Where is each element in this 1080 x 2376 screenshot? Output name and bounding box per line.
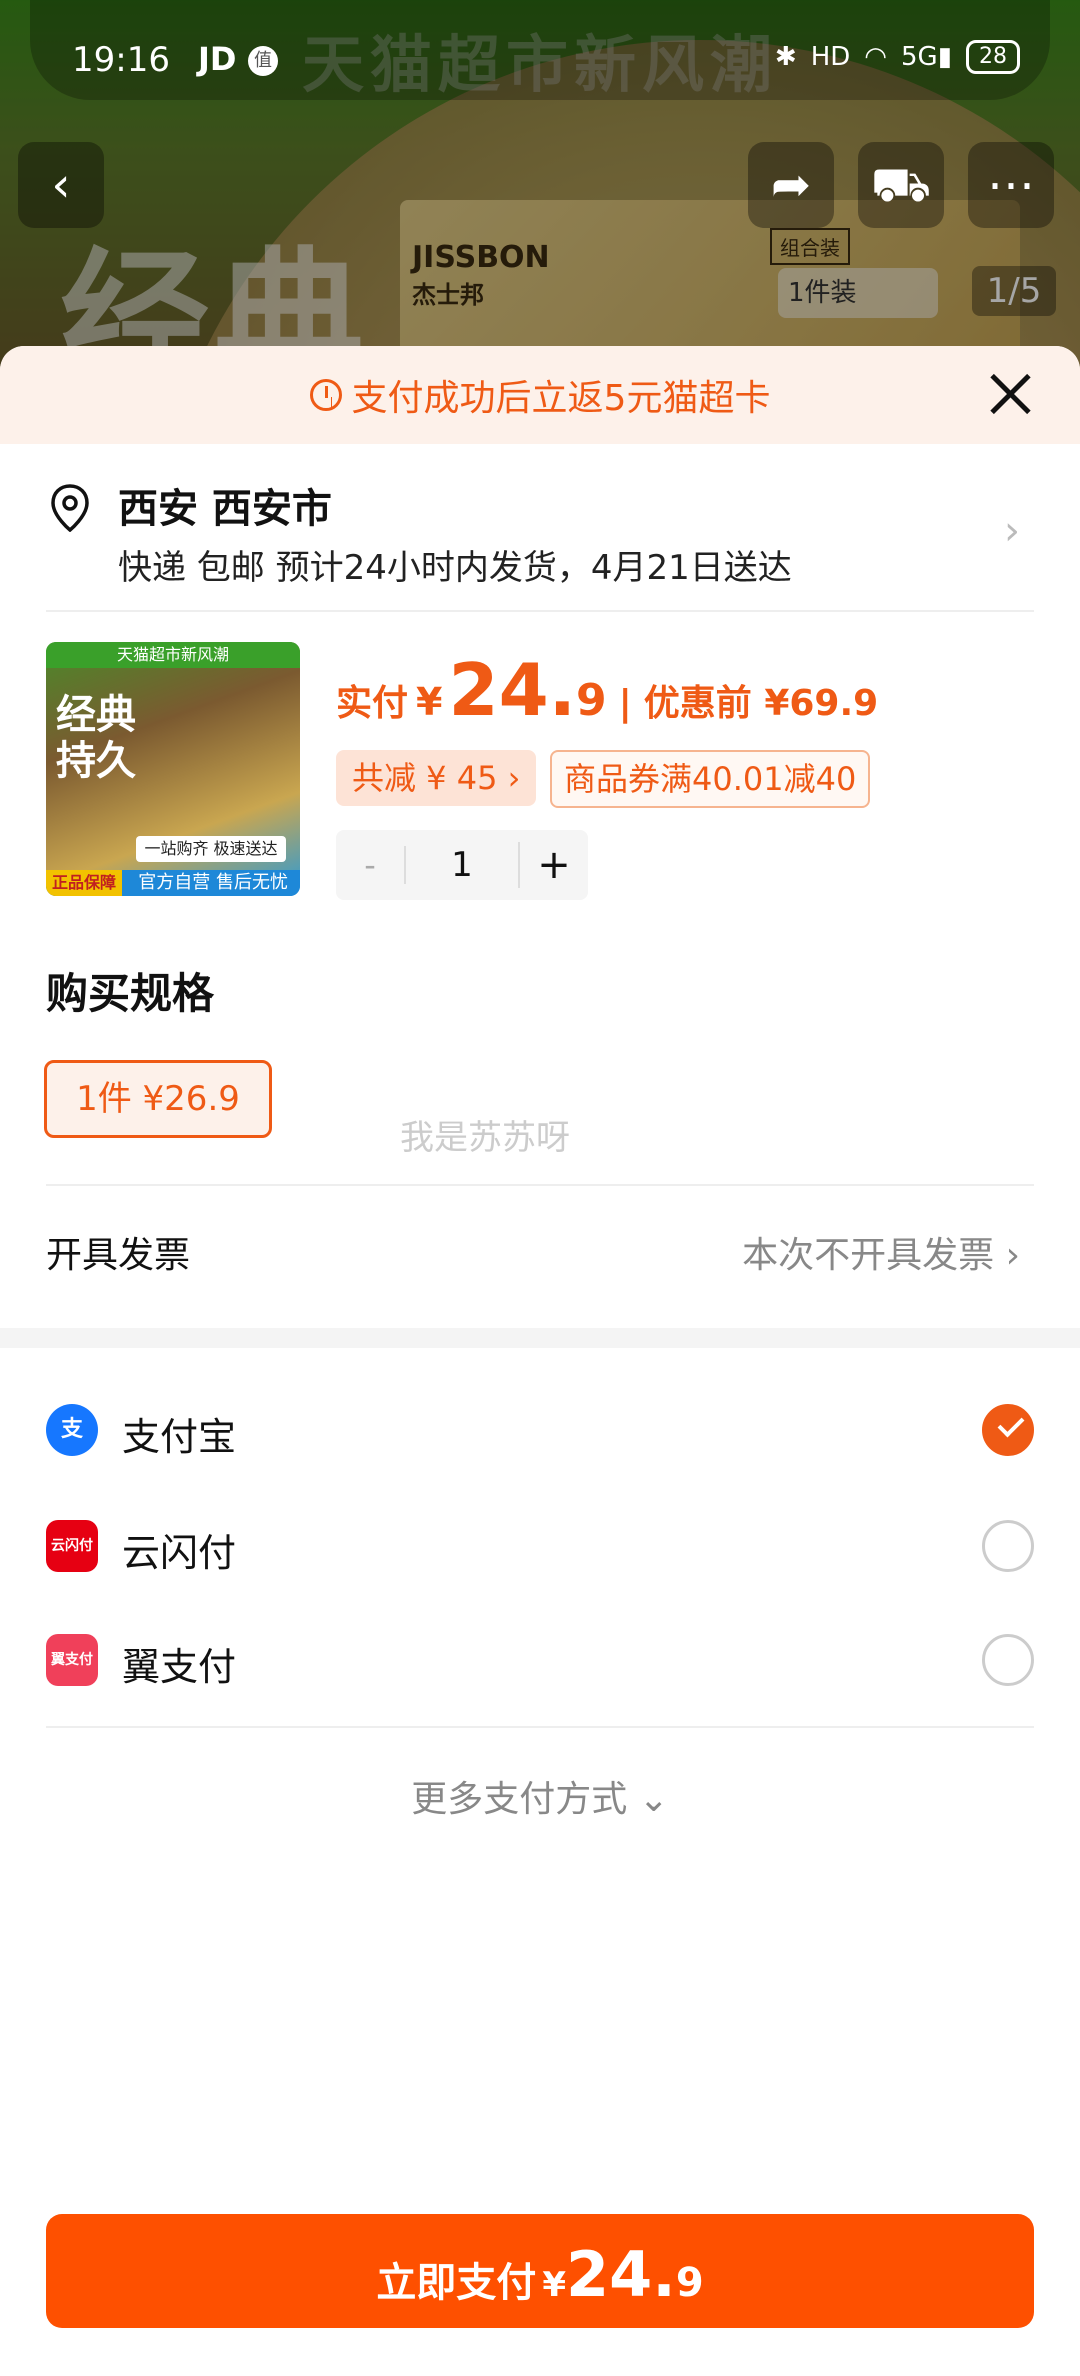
watermark: 我是苏苏呀 [400, 1118, 570, 1158]
alipay-icon: 支 [46, 1404, 98, 1456]
payment-option-alipay[interactable]: 支 支付宝 [46, 1380, 1034, 1480]
more-payments-button[interactable]: 更多支付方式 ⌄ [0, 1770, 1080, 1822]
share-button[interactable]: ➦ [748, 142, 834, 228]
clock-icon [309, 379, 342, 411]
more-icon: ⋯ [987, 157, 1035, 213]
price-separator: | [618, 683, 632, 724]
coupon-tag: 商品券满40.01减40 [550, 750, 871, 808]
pay-now-button[interactable]: 立即支付 ¥ 24. 9 [46, 2214, 1034, 2328]
quantity-value[interactable]: 1 [406, 845, 518, 885]
bestpay-icon: 翼支付 [46, 1634, 98, 1686]
price-line: 实付 ¥ 24. 9 | 优惠前 ¥69.9 [336, 648, 878, 732]
status-icons: ✱ HD ◠ 5G▮ 28 [775, 40, 1020, 74]
paid-label: 实付 [336, 683, 409, 724]
share-icon: ➦ [770, 157, 812, 213]
spec-option-1[interactable]: 1件 ¥26.9 [44, 1060, 272, 1138]
spec-title: 购买规格 [46, 969, 215, 1018]
status-bar: 19:16 JD 值 ✱ HD ◠ 5G▮ 28 [30, 0, 1050, 100]
jd-app-icon: JD [198, 40, 237, 78]
thumb-banner: 一站购齐 极速送达 [136, 836, 286, 862]
bluetooth-icon: ✱ [774, 42, 797, 72]
address-row[interactable]: 西安 西安市 快递 包邮 预计24小时内发货，4月21日送达 › [46, 444, 1034, 612]
payment-name: 翼支付 [122, 1645, 237, 1689]
thumb-title: 经典 持久 [56, 692, 136, 784]
payment-option-unionpay[interactable]: 云闪付 云闪付 [46, 1496, 1034, 1596]
cashback-text: 支付成功后立返5元猫超卡 [351, 378, 771, 419]
delivery-detail: 快递 包邮 预计24小时内发货，4月21日送达 [118, 548, 792, 588]
signal-icon: 5G▮ [900, 42, 952, 72]
pay-currency: ¥ [542, 2265, 566, 2305]
network-label: 5G [900, 42, 938, 72]
product-summary: 天猫超市新风潮 经典 持久 一站购齐 极速送达 官方自营 售后无忧 正品保障 实… [46, 612, 1034, 908]
payment-name: 云闪付 [122, 1531, 237, 1575]
unionpay-icon: 云闪付 [46, 1520, 98, 1572]
payment-option-bestpay[interactable]: 翼支付 翼支付 [46, 1610, 1034, 1710]
cashback-banner: 支付成功后立返5元猫超卡 [0, 346, 1080, 444]
radio-unselected[interactable] [982, 1634, 1034, 1686]
pay-amount-dec: 9 [675, 2260, 704, 2306]
radio-unselected[interactable] [982, 1520, 1034, 1572]
payment-name: 支付宝 [122, 1415, 237, 1459]
discount-tag[interactable]: 共减 ¥ 45 › [336, 750, 537, 806]
pre-discount-price: 优惠前 ¥69.9 [643, 683, 879, 724]
radio-selected[interactable] [982, 1404, 1034, 1456]
pay-amount-int: 24. [565, 2238, 676, 2311]
close-button[interactable] [984, 368, 1036, 420]
wifi-icon: ◠ [864, 42, 887, 72]
currency-symbol: ¥ [416, 680, 443, 724]
increase-button[interactable]: + [518, 842, 588, 888]
cart-icon: ⛟ [870, 157, 932, 213]
more-button[interactable]: ⋯ [968, 142, 1054, 228]
thumb-badge: 正品保障 [46, 870, 123, 896]
price-integer: 24. [448, 648, 577, 732]
invoice-row[interactable]: 开具发票 本次不开具发票 › [46, 1184, 1034, 1312]
status-time: 19:16 [72, 40, 170, 80]
address-name: 西安 西安市 [118, 486, 332, 532]
cart-button[interactable]: ⛟ [858, 142, 944, 228]
invoice-label: 开具发票 [46, 1235, 191, 1276]
hd-icon: HD [810, 42, 851, 72]
location-pin-icon [51, 484, 89, 532]
back-button[interactable]: ‹ [18, 142, 104, 228]
section-gap [0, 1328, 1080, 1348]
divider [46, 1726, 1034, 1728]
chevron-left-icon: ‹ [51, 157, 71, 213]
pay-now-label: 立即支付 [376, 2260, 537, 2306]
decrease-button[interactable]: - [336, 846, 406, 884]
price-decimal: 9 [576, 675, 607, 726]
battery-icon: 28 [966, 40, 1020, 74]
zhi-app-icon: 值 [248, 46, 278, 76]
product-thumbnail: 天猫超市新风潮 经典 持久 一站购齐 极速送达 官方自营 售后无忧 正品保障 [46, 642, 300, 896]
checkout-sheet: 支付成功后立返5元猫超卡 西安 西安市 快递 包邮 预计24小时内发货，4月21… [0, 346, 1080, 2376]
invoice-value: 本次不开具发票 › [742, 1235, 1020, 1276]
thumb-top-text: 天猫超市新风潮 [46, 642, 300, 668]
chevron-right-icon: › [1004, 508, 1020, 554]
quantity-stepper: - 1 + [336, 830, 588, 900]
